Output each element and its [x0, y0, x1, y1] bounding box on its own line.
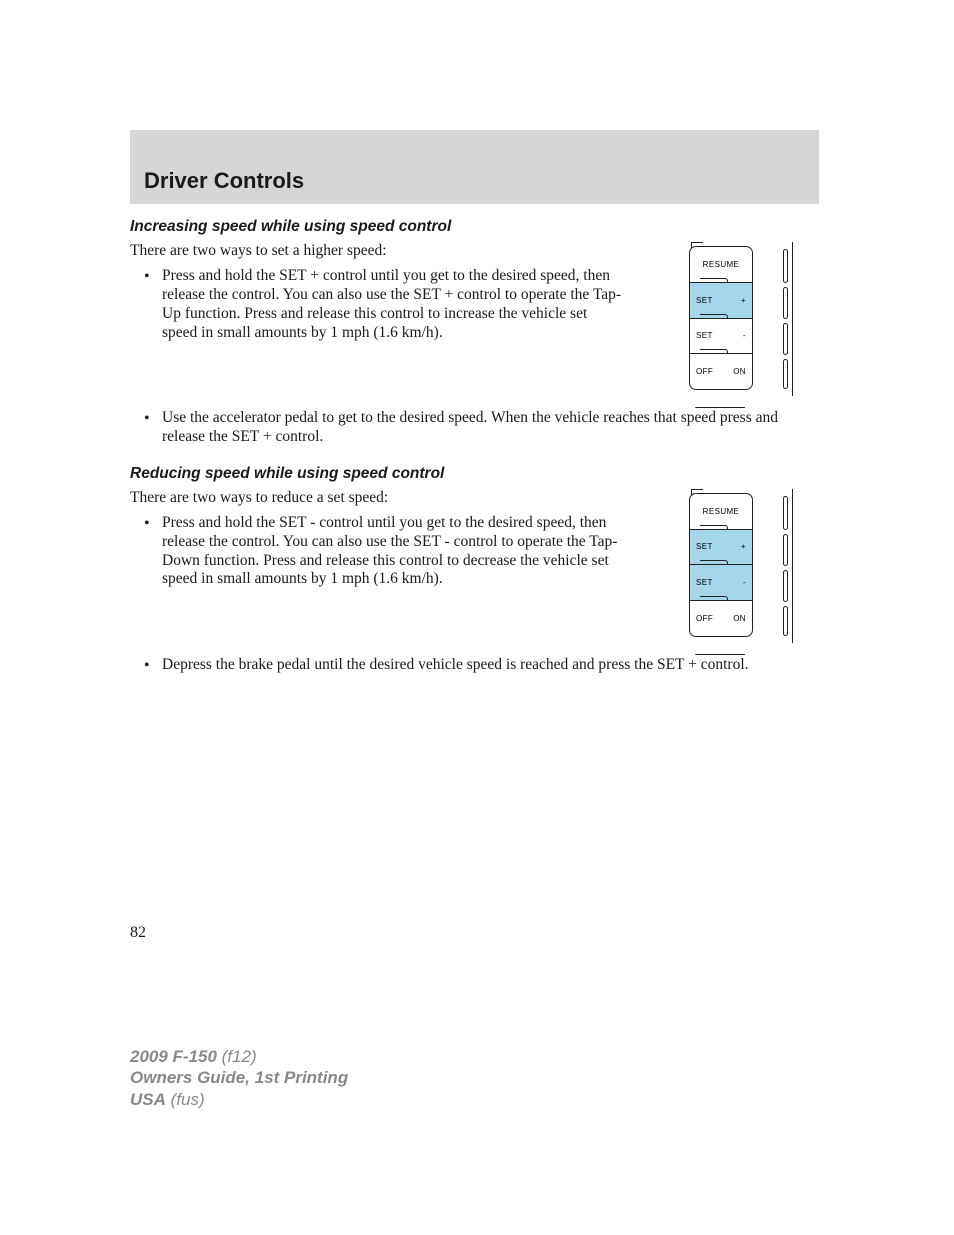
btn-label: -: [743, 578, 746, 587]
subheading: Reducing speed while using speed control: [130, 465, 819, 483]
set-minus-button-diagram: SET -: [690, 565, 752, 601]
btn-label: SET: [696, 578, 713, 587]
rocker-icon: [783, 323, 788, 355]
section-title: Driver Controls: [144, 168, 805, 194]
btn-label: RESUME: [703, 507, 740, 516]
resume-button-diagram: RESUME: [690, 494, 752, 530]
resume-button-diagram: RESUME: [690, 247, 752, 283]
rocker-icon: [783, 570, 788, 602]
footer-model: 2009 F-150: [130, 1047, 217, 1066]
btn-label: -: [743, 331, 746, 340]
btn-label: ON: [733, 614, 746, 623]
footer-region-suffix: (fus): [166, 1090, 205, 1109]
cruise-control-diagram: RESUME SET + SET: [689, 246, 779, 401]
bullet-item: Press and hold the SET - control until y…: [130, 514, 625, 590]
intro-text: There are two ways to reduce a set speed…: [130, 489, 625, 508]
set-minus-button-diagram: SET -: [690, 319, 752, 355]
rocker-icon: [783, 534, 788, 566]
section-reducing-speed: Reducing speed while using speed control…: [130, 465, 819, 675]
footer-guide: Owners Guide, 1st Printing: [130, 1068, 348, 1087]
footer-model-suffix: (f12): [217, 1047, 257, 1066]
footer: 2009 F-150 (f12) Owners Guide, 1st Print…: [130, 1046, 348, 1110]
cruise-control-diagram: RESUME SET + SET: [689, 493, 779, 648]
rocker-icon: [783, 359, 788, 389]
rocker-icon: [783, 606, 788, 636]
btn-label: OFF: [696, 367, 713, 376]
bullet-item: Depress the brake pedal until the desire…: [130, 656, 819, 675]
btn-label: RESUME: [703, 260, 740, 269]
page-number: 82: [130, 924, 146, 942]
off-on-button-diagram: OFF ON: [690, 354, 752, 389]
btn-label: +: [741, 296, 746, 305]
set-plus-button-diagram: SET +: [690, 283, 752, 319]
subheading: Increasing speed while using speed contr…: [130, 218, 819, 236]
rocker-icon: [783, 249, 788, 283]
btn-label: SET: [696, 542, 713, 551]
btn-label: SET: [696, 331, 713, 340]
off-on-button-diagram: OFF ON: [690, 601, 752, 636]
btn-label: OFF: [696, 614, 713, 623]
rocker-icon: [783, 287, 788, 319]
bullet-item: Press and hold the SET + control until y…: [130, 267, 625, 343]
btn-label: ON: [733, 367, 746, 376]
section-header: Driver Controls: [130, 130, 819, 204]
intro-text: There are two ways to set a higher speed…: [130, 242, 625, 261]
set-plus-button-diagram: SET +: [690, 530, 752, 566]
footer-region: USA: [130, 1090, 166, 1109]
rocker-icon: [783, 496, 788, 530]
btn-label: SET: [696, 296, 713, 305]
section-increasing-speed: Increasing speed while using speed contr…: [130, 218, 819, 447]
btn-label: +: [741, 542, 746, 551]
bullet-item: Use the accelerator pedal to get to the …: [130, 409, 819, 447]
